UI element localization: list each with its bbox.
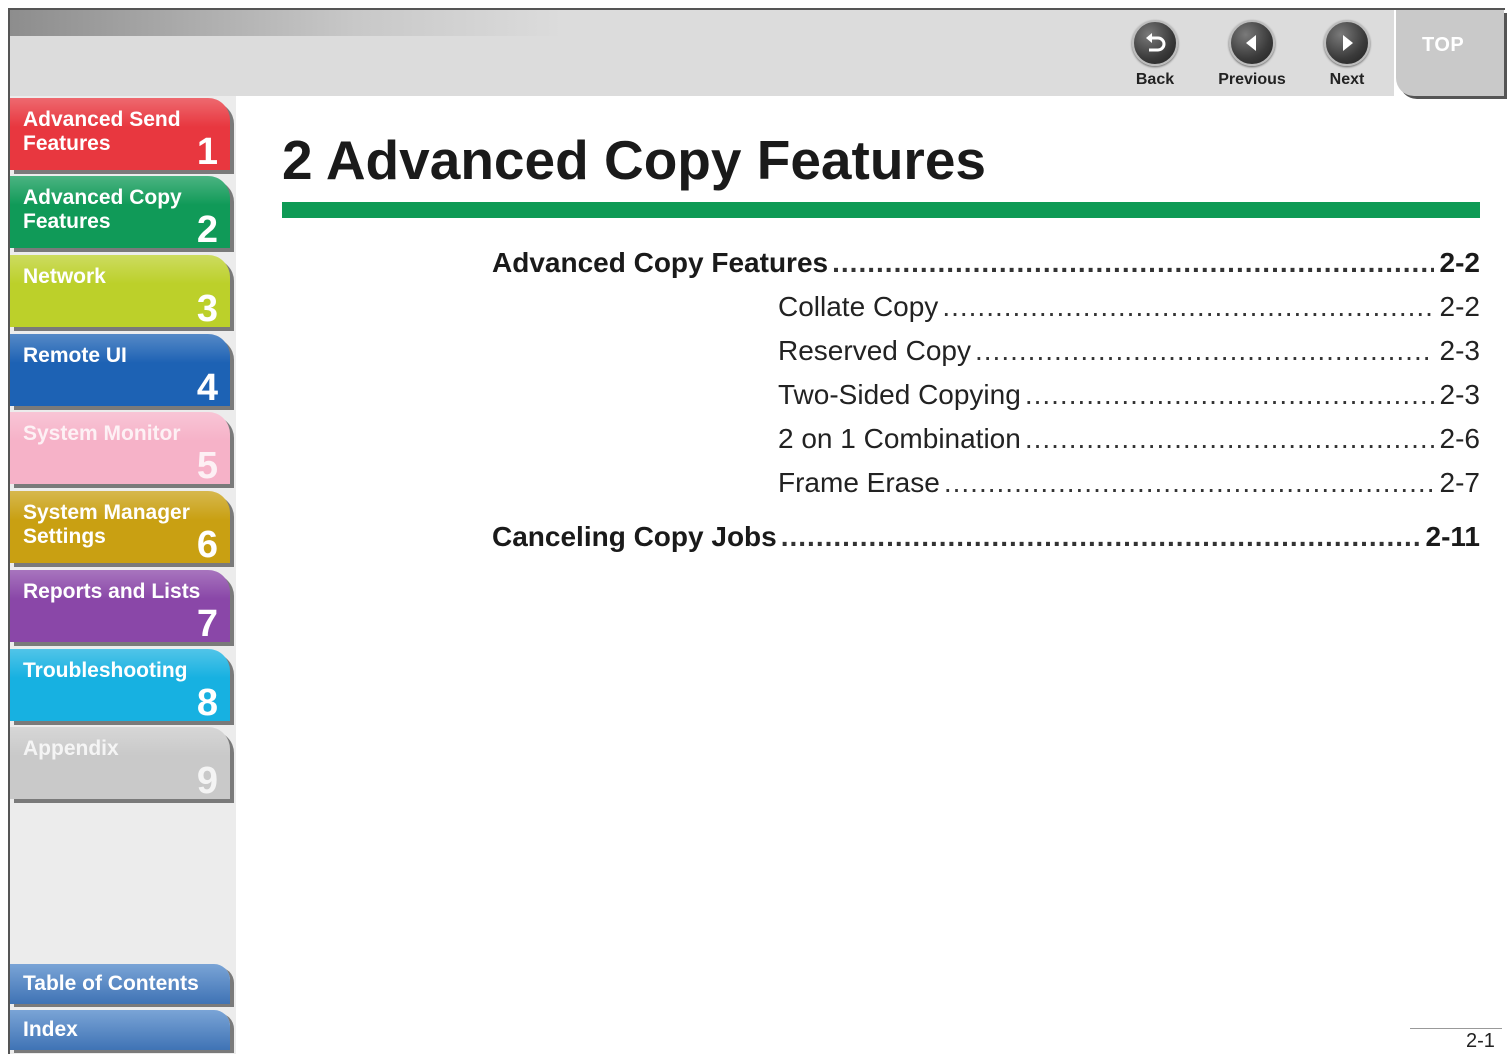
toc-leader-dots: ........................................… — [832, 247, 1433, 278]
chapter-tab-6[interactable]: System Manager Settings 6 — [10, 491, 230, 563]
chapter-number: 3 — [196, 288, 218, 327]
chapter-tab-8[interactable]: Troubleshooting 8 — [10, 649, 230, 721]
chapter-number: 9 — [196, 760, 218, 799]
chapter-label: System Monitor — [23, 422, 181, 445]
next-label: Next — [1329, 71, 1365, 88]
chapter-label: Troubleshooting — [23, 659, 188, 682]
chapter-number: 7 — [196, 603, 218, 642]
chapter-number: 1 — [196, 131, 218, 170]
chapter-label: Remote UI — [23, 344, 127, 367]
previous-label: Previous — [1218, 71, 1286, 88]
footer-rule — [1410, 1028, 1502, 1029]
chapter-label: Advanced Copy Features — [23, 186, 182, 233]
back-label: Back — [1135, 71, 1175, 88]
chapter-label: Network — [23, 265, 106, 288]
next-arrow-icon — [1324, 20, 1370, 66]
toc-leader-dots: ........................................… — [943, 467, 1434, 498]
chapter-tab-3[interactable]: Network 3 — [10, 255, 230, 327]
title-rule — [282, 202, 1480, 218]
toc-entry-page: 2-2 — [1439, 247, 1480, 278]
toc-leader-dots: ........................................… — [1024, 423, 1434, 454]
toc-entry[interactable]: Advanced Copy Features .................… — [492, 247, 1480, 279]
toc-entry-page: 2-2 — [1439, 291, 1480, 322]
table-of-contents-label: Table of Contents — [23, 972, 199, 995]
chapter-number: 2 — [196, 209, 218, 248]
toc-entry-label: Advanced Copy Features — [492, 247, 829, 278]
chapter-label: Appendix — [23, 737, 119, 760]
chapter-number: 5 — [196, 445, 218, 484]
chapter-tab-4[interactable]: Remote UI 4 — [10, 334, 230, 406]
chapter-tab-7[interactable]: Reports and Lists 7 — [10, 570, 230, 642]
toc-entry-label: Collate Copy — [778, 291, 939, 322]
toc-leader-dots: ........................................… — [974, 335, 1434, 366]
toc-entry[interactable]: Collate Copy ...........................… — [778, 291, 1480, 323]
toc-entry-label: Frame Erase — [778, 467, 940, 498]
toc-entry-page: 2-6 — [1439, 423, 1480, 454]
toc-entry-label: Canceling Copy Jobs — [492, 521, 777, 552]
toc-leader-dots: ........................................… — [942, 291, 1434, 322]
chapter-label: Advanced Send Features — [23, 108, 181, 155]
toc-entry-page: 2-3 — [1439, 335, 1480, 366]
toc-entry[interactable]: Two-Sided Copying ......................… — [778, 379, 1480, 411]
toc-entry-page: 2-3 — [1439, 379, 1480, 410]
toc-entry[interactable]: Canceling Copy Jobs ....................… — [492, 521, 1480, 553]
toc-leader-dots: ........................................… — [780, 521, 1420, 552]
index-label: Index — [23, 1018, 78, 1041]
table-of-contents-button[interactable]: Table of Contents — [10, 964, 230, 1004]
toc-entry-label: Reserved Copy — [778, 335, 971, 366]
top-button[interactable]: TOP — [1396, 10, 1504, 96]
back-arrow-icon — [1132, 20, 1178, 66]
chapter-label: Reports and Lists — [23, 580, 201, 603]
toc-entry-label: 2 on 1 Combination — [778, 423, 1021, 454]
toc-entry[interactable]: 2 on 1 Combination .....................… — [778, 423, 1480, 455]
toc-entry[interactable]: Reserved Copy ..........................… — [778, 335, 1480, 367]
toc-entry-page: 2-7 — [1439, 467, 1480, 498]
next-button[interactable]: Next — [1307, 20, 1387, 92]
chapter-label: System Manager Settings — [23, 501, 190, 548]
toc-entry-page: 2-11 — [1425, 521, 1481, 552]
index-button[interactable]: Index — [10, 1010, 230, 1050]
back-button[interactable]: Back — [1115, 20, 1195, 92]
chapter-tab-1[interactable]: Advanced Send Features 1 — [10, 98, 230, 170]
previous-button[interactable]: Previous — [1212, 20, 1292, 92]
chapter-number: 8 — [196, 682, 218, 721]
chapter-number: 4 — [196, 367, 218, 406]
chapter-tab-9[interactable]: Appendix 9 — [10, 727, 230, 799]
top-label: TOP — [1422, 34, 1465, 56]
toc-entry[interactable]: Frame Erase ............................… — [778, 467, 1480, 499]
toc-entry-label: Two-Sided Copying — [778, 379, 1021, 410]
previous-arrow-icon — [1229, 20, 1275, 66]
page-number: 2-1 — [1466, 1030, 1495, 1052]
toc-leader-dots: ........................................… — [1024, 379, 1434, 410]
chapter-tab-2[interactable]: Advanced Copy Features 2 — [10, 176, 230, 248]
chapter-number: 6 — [196, 524, 218, 563]
chapter-tab-5[interactable]: System Monitor 5 — [10, 412, 230, 484]
page-title: 2 Advanced Copy Features — [282, 129, 987, 191]
